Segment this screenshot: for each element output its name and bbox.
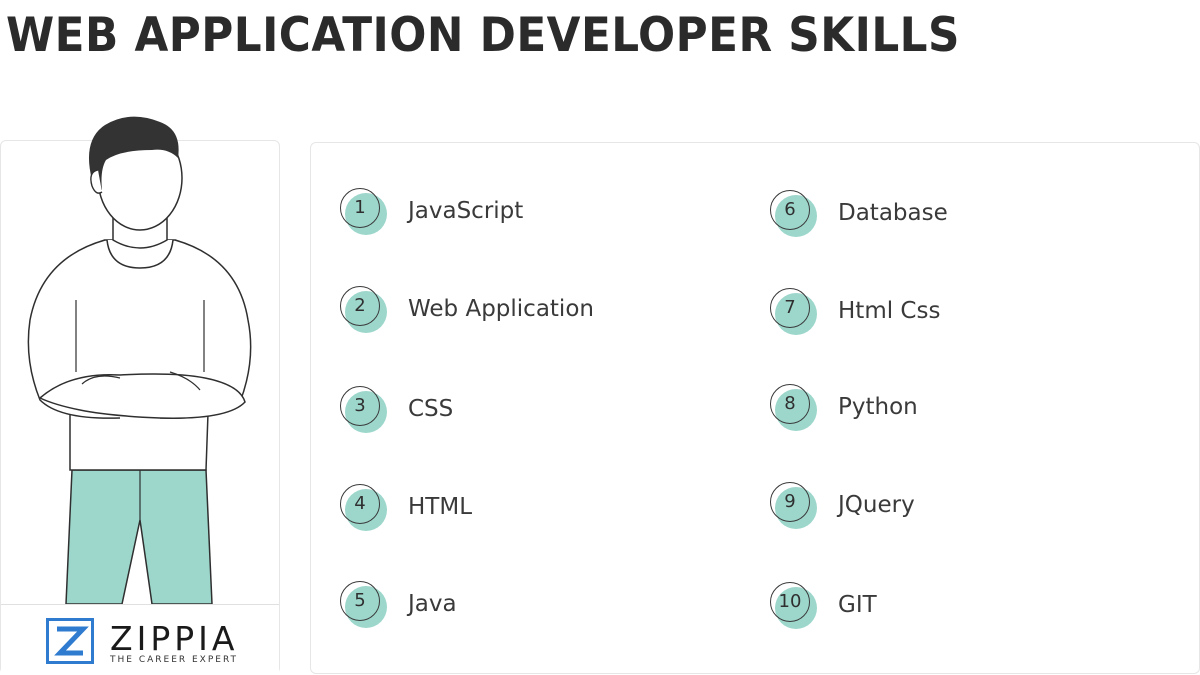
skill-number-badge: 5 <box>340 581 390 631</box>
skill-number-badge: 4 <box>340 484 390 534</box>
skill-number-badge: 2 <box>340 286 390 336</box>
skill-number-badge: 6 <box>770 190 820 240</box>
skill-label: Web Application <box>408 296 594 322</box>
brand-tagline: THE CAREER EXPERT <box>110 655 239 665</box>
skill-number-badge: 9 <box>770 482 820 532</box>
skill-number-badge: 7 <box>770 288 820 338</box>
skill-label: HTML <box>408 494 473 520</box>
person-arms-crossed-icon <box>27 116 252 605</box>
skill-number-badge: 8 <box>770 384 820 434</box>
skill-label: JavaScript <box>408 198 524 224</box>
skill-label: GIT <box>838 592 877 618</box>
skill-number-badge: 3 <box>340 386 390 436</box>
brand-footer: ZIPPIA THE CAREER EXPERT <box>1 604 279 674</box>
zippia-z-logo <box>46 618 94 664</box>
skill-label: JQuery <box>838 492 915 518</box>
skill-label: CSS <box>408 396 454 422</box>
skill-label: Database <box>838 200 948 226</box>
skill-label: Html Css <box>838 298 941 324</box>
skill-number-badge: 10 <box>770 582 820 632</box>
skill-number-badge: 1 <box>340 188 390 238</box>
brand-name: ZIPPIA <box>110 619 239 658</box>
skill-label: Java <box>408 591 457 617</box>
skill-label: Python <box>838 394 918 420</box>
page-title: WEB APPLICATION DEVELOPER SKILLS <box>6 8 960 63</box>
